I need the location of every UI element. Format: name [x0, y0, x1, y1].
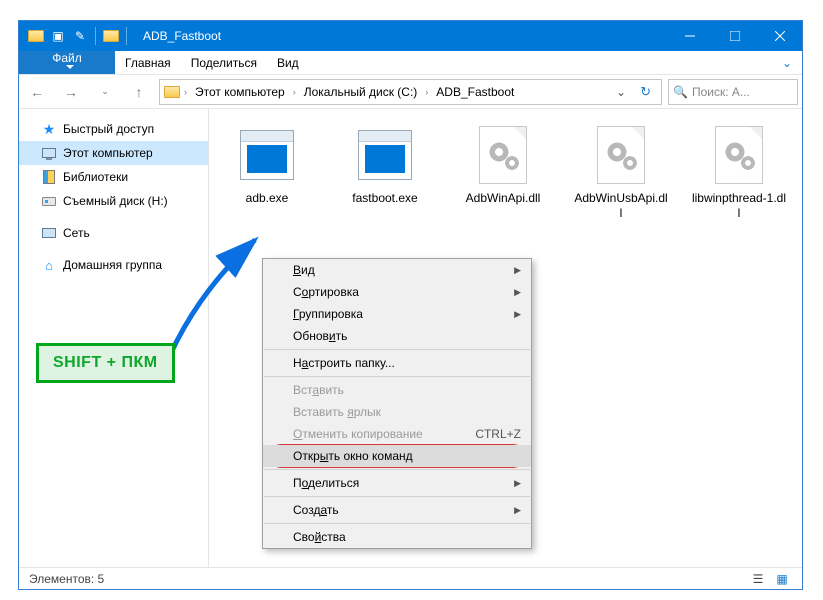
annotation-callout: SHIFT + ПКМ	[36, 343, 175, 383]
exe-icon	[240, 130, 294, 180]
chevron-right-icon[interactable]: ›	[423, 87, 430, 97]
properties-icon[interactable]: ▣	[47, 25, 69, 47]
chevron-right-icon[interactable]: ›	[182, 87, 189, 97]
file-item[interactable]: adb.exe	[219, 123, 315, 221]
ctx-paste-shortcut: Вставить ярлык	[263, 401, 531, 423]
forward-button[interactable]: →	[57, 78, 85, 106]
sidebar-item-libraries[interactable]: Библиотеки	[19, 165, 208, 189]
search-input[interactable]: 🔍 Поиск: A...	[668, 79, 798, 105]
file-item[interactable]: AdbWinUsbApi.dll	[573, 123, 669, 221]
file-item[interactable]: AdbWinApi.dll	[455, 123, 551, 221]
minimize-button[interactable]	[667, 21, 712, 51]
chevron-right-icon[interactable]: ›	[291, 87, 298, 97]
ctx-paste: Вставить	[263, 379, 531, 401]
submenu-arrow-icon: ▶	[514, 287, 521, 298]
large-icons-view-icon[interactable]: ▦	[772, 571, 792, 587]
details-view-icon[interactable]: ☰	[748, 571, 768, 587]
menu-bar: Файл Главная Поделиться Вид ⌄	[19, 51, 802, 75]
network-icon	[41, 225, 57, 241]
submenu-arrow-icon: ▶	[514, 505, 521, 516]
breadcrumb-drive[interactable]: Локальный диск (C:)	[300, 85, 422, 99]
ctx-open-cmd-highlight: Открыть окно команд	[263, 445, 531, 467]
ctx-view[interactable]: Вид▶	[263, 259, 531, 281]
disk-icon	[41, 193, 57, 209]
folder-icon	[164, 86, 180, 98]
menu-share[interactable]: Поделиться	[181, 51, 267, 74]
ctx-refresh[interactable]: Обновить	[263, 325, 531, 347]
dll-icon	[597, 126, 645, 184]
dll-icon	[715, 126, 763, 184]
sidebar-item-removable-disk[interactable]: Съемный диск (H:)	[19, 189, 208, 213]
homegroup-icon: ⌂	[41, 257, 57, 273]
dll-icon	[479, 126, 527, 184]
address-bar[interactable]: › Этот компьютер › Локальный диск (C:) ›…	[159, 79, 662, 105]
context-menu: Вид▶ Сортировка▶ Группировка▶ Обновить Н…	[262, 258, 532, 549]
separator	[95, 27, 96, 45]
search-icon: 🔍	[673, 85, 688, 99]
address-bar-row: ← → ⌄ ↑ › Этот компьютер › Локальный дис…	[19, 75, 802, 109]
navigation-pane: ★Быстрый доступ Этот компьютер Библиотек…	[19, 109, 209, 567]
sidebar-item-homegroup[interactable]: ⌂Домашняя группа	[19, 253, 208, 277]
separator	[264, 469, 530, 470]
separator	[264, 376, 530, 377]
title-bar: ▣ ✎ ADB_Fastboot	[19, 21, 802, 51]
item-count: 5	[98, 572, 105, 586]
separator	[126, 27, 127, 45]
new-folder-icon[interactable]: ✎	[69, 25, 91, 47]
folder-icon	[25, 25, 47, 47]
ctx-new[interactable]: Создать▶	[263, 499, 531, 521]
breadcrumb-folder[interactable]: ADB_Fastboot	[432, 85, 518, 99]
file-item[interactable]: fastboot.exe	[337, 123, 433, 221]
maximize-button[interactable]	[712, 21, 757, 51]
address-dropdown[interactable]: ⌄	[610, 85, 632, 99]
refresh-icon[interactable]: ↻	[634, 84, 657, 100]
ribbon-expand-icon[interactable]: ⌄	[772, 51, 802, 74]
menu-home[interactable]: Главная	[115, 51, 181, 74]
menu-view[interactable]: Вид	[267, 51, 309, 74]
up-button[interactable]: ↑	[125, 78, 153, 106]
exe-icon	[358, 130, 412, 180]
status-bar: Элементов: 5 ☰ ▦	[19, 567, 802, 589]
ctx-undo: Отменить копированиеCTRL+Z	[263, 423, 531, 445]
menu-file[interactable]: Файл	[19, 51, 115, 74]
ctx-share[interactable]: Поделиться▶	[263, 472, 531, 494]
window-title: ADB_Fastboot	[137, 29, 221, 43]
pc-icon	[41, 145, 57, 161]
submenu-arrow-icon: ▶	[514, 265, 521, 276]
quick-access-toolbar: ▣ ✎	[19, 25, 137, 47]
ctx-open-command-window[interactable]: Открыть окно команд	[263, 445, 531, 467]
ctx-group[interactable]: Группировка▶	[263, 303, 531, 325]
separator	[264, 496, 530, 497]
callout-text: SHIFT + ПКМ	[36, 343, 175, 383]
submenu-arrow-icon: ▶	[514, 478, 521, 489]
submenu-arrow-icon: ▶	[514, 309, 521, 320]
back-button[interactable]: ←	[23, 78, 51, 106]
sidebar-item-quick-access[interactable]: ★Быстрый доступ	[19, 117, 208, 141]
breadcrumb-root[interactable]: Этот компьютер	[191, 85, 289, 99]
star-icon: ★	[41, 121, 57, 137]
separator	[264, 523, 530, 524]
separator	[264, 349, 530, 350]
item-count-label: Элементов:	[29, 572, 94, 586]
library-icon	[41, 169, 57, 185]
search-placeholder: Поиск: A...	[692, 85, 750, 99]
ctx-properties[interactable]: Свойства	[263, 526, 531, 548]
ctx-sort[interactable]: Сортировка▶	[263, 281, 531, 303]
ctx-customize[interactable]: Настроить папку...	[263, 352, 531, 374]
sidebar-item-this-pc[interactable]: Этот компьютер	[19, 141, 208, 165]
file-item[interactable]: libwinpthread-1.dll	[691, 123, 787, 221]
close-button[interactable]	[757, 21, 802, 51]
sidebar-item-network[interactable]: Сеть	[19, 221, 208, 245]
recent-dropdown[interactable]: ⌄	[91, 78, 119, 106]
folder-icon-2	[100, 25, 122, 47]
